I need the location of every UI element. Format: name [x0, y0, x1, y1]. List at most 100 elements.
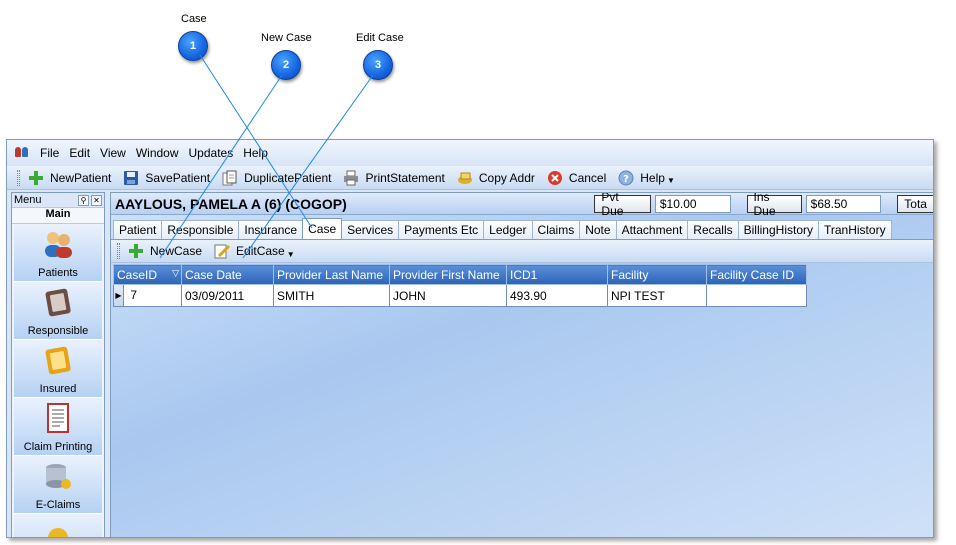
save-patient-label: SavePatient: [145, 170, 211, 185]
new-patient-button[interactable]: NewPatient: [28, 170, 111, 186]
patient-name: AAYLOUS, PAMELA A (6) (COGOP): [115, 195, 347, 212]
case-grid: CaseID ▽ Case Date Provider Last Name Pro…: [113, 264, 807, 307]
new-patient-label: NewPatient: [50, 170, 112, 185]
column-header-facility[interactable]: Facility: [607, 264, 707, 285]
server-icon: [46, 464, 71, 489]
sidebar-item-responsible[interactable]: Responsible: [14, 282, 102, 340]
main-toolbar: NewPatient SavePatient DuplicatePatient …: [7, 166, 933, 190]
new-case-button[interactable]: NewCase: [128, 243, 202, 259]
app-window: File Edit View Window Updates Help NewPa…: [6, 139, 934, 538]
sidebar-item-label: Insured: [39, 383, 77, 395]
insured-book-icon: [45, 346, 71, 375]
tab-billing-history[interactable]: BillingHistory: [737, 220, 819, 239]
floppy-disk-icon: [123, 170, 139, 186]
toolbar-overflow-icon[interactable]: ▼: [667, 176, 675, 185]
pvt-due-button[interactable]: Pvt Due: [594, 193, 651, 218]
help-label: Help: [640, 170, 665, 185]
side-menu-header: Menu ⚲ ✕: [12, 193, 104, 208]
menu-edit[interactable]: Edit: [64, 146, 95, 160]
duplicate-patient-button[interactable]: DuplicatePatient: [222, 170, 331, 186]
column-header-case-date[interactable]: Case Date: [181, 264, 274, 285]
edit-pencil-icon: [214, 243, 231, 259]
ins-due-button[interactable]: Ins Due: [746, 193, 802, 218]
cell-provider-first-name: JOHN: [389, 284, 507, 307]
tab-services[interactable]: Services: [341, 220, 400, 239]
tab-patient[interactable]: Patient: [113, 220, 163, 239]
sidebar-item-label: Patients: [38, 267, 78, 279]
toolbar-grip[interactable]: [17, 169, 20, 186]
tab-ledger[interactable]: Ledger: [483, 220, 533, 239]
menu-file[interactable]: File: [35, 146, 64, 160]
sidebar-item-next[interactable]: [14, 514, 102, 537]
cell-case-id: 7: [130, 287, 138, 302]
copy-address-icon: [457, 170, 473, 186]
svg-text:?: ?: [623, 174, 629, 185]
tab-recalls[interactable]: Recalls: [687, 220, 739, 239]
case-toolbar-overflow-icon[interactable]: ▼: [287, 250, 295, 259]
cancel-label: Cancel: [568, 170, 607, 185]
pin-icon[interactable]: ⚲: [78, 194, 89, 206]
tab-payments-etc[interactable]: Payments Etc: [398, 220, 485, 239]
edit-case-button[interactable]: EditCase ▼: [214, 243, 295, 259]
menu-window[interactable]: Window: [131, 146, 184, 160]
help-question-icon: ?: [618, 170, 634, 186]
claim-form-icon: [47, 403, 69, 433]
cancel-x-icon: [547, 170, 563, 186]
address-book-icon: [45, 288, 71, 317]
patients-icon: [45, 232, 72, 258]
side-menu-title: Menu: [14, 194, 42, 206]
cancel-button[interactable]: Cancel: [547, 170, 606, 186]
callout-label-new-case: New Case: [261, 32, 312, 44]
sidebar-item-insured[interactable]: Insured: [14, 340, 102, 398]
sidebar-item-claim-printing[interactable]: Claim Printing: [14, 398, 102, 456]
plus-icon: [128, 243, 144, 259]
column-header-facility-case-id[interactable]: Facility Case ID: [706, 264, 807, 285]
patient-tabs: Patient Responsible Insurance Case Servi…: [111, 217, 933, 239]
case-toolbar-grip[interactable]: [117, 243, 120, 259]
copy-addr-button[interactable]: Copy Addr: [457, 170, 535, 186]
side-menu: Menu ⚲ ✕ Main Patients Responsible Insur…: [11, 192, 105, 537]
printer-icon: [343, 170, 359, 186]
callout-bubble-1: 1: [178, 31, 208, 61]
filter-icon[interactable]: ▽: [172, 268, 179, 279]
sidebar-item-label: E-Claims: [35, 499, 81, 511]
row-selector-icon[interactable]: ▶: [114, 285, 124, 306]
cell-provider-last-name: SMITH: [273, 284, 390, 307]
tab-insurance[interactable]: Insurance: [238, 220, 304, 239]
menu-updates[interactable]: Updates: [184, 146, 239, 160]
cell-icd1: 493.90: [506, 284, 608, 307]
tab-tran-history[interactable]: TranHistory: [818, 220, 892, 239]
help-button[interactable]: ? Help ▼: [618, 170, 675, 186]
menu-help[interactable]: Help: [238, 146, 273, 160]
total-button[interactable]: Tota: [897, 194, 933, 213]
tab-responsible[interactable]: Responsible: [161, 220, 240, 239]
column-header-icd1[interactable]: ICD1: [506, 264, 608, 285]
side-menu-section-main: Main: [12, 208, 104, 224]
column-header-provider-first-name[interactable]: Provider First Name: [389, 264, 507, 285]
patient-header-bar: AAYLOUS, PAMELA A (6) (COGOP) Pvt Due $1…: [111, 193, 933, 218]
print-statement-button[interactable]: PrintStatement: [343, 170, 445, 186]
duplicate-patient-label: DuplicatePatient: [244, 170, 332, 185]
column-header-case-id[interactable]: CaseID ▽: [113, 264, 182, 285]
app-users-icon: [15, 147, 29, 159]
plus-icon: [28, 170, 44, 186]
cell-facility-case-id: [706, 284, 807, 307]
duplicate-pages-icon: [222, 170, 238, 186]
callout-bubble-3: 3: [363, 50, 393, 80]
tab-note[interactable]: Note: [579, 220, 617, 239]
tab-attachment[interactable]: Attachment: [615, 220, 689, 239]
table-row[interactable]: ▶ 7 03/09/2011 SMITH JOHN 493.90 NPI TES…: [113, 284, 807, 307]
ins-due-value: $68.50: [805, 194, 882, 213]
print-statement-label: PrintStatement: [365, 170, 445, 185]
menu-bar: File Edit View Window Updates Help: [7, 140, 933, 166]
sidebar-item-patients[interactable]: Patients: [14, 224, 102, 282]
tab-case[interactable]: Case: [302, 218, 343, 239]
close-icon[interactable]: ✕: [91, 194, 102, 206]
tab-claims[interactable]: Claims: [531, 220, 581, 239]
save-patient-button[interactable]: SavePatient: [123, 170, 210, 186]
column-header-provider-last-name[interactable]: Provider Last Name: [273, 264, 390, 285]
menu-view[interactable]: View: [95, 146, 131, 160]
pvt-due-value: $10.00: [654, 194, 731, 213]
callout-label-case: Case: [181, 13, 207, 25]
sidebar-item-e-claims[interactable]: E-Claims: [14, 456, 102, 514]
